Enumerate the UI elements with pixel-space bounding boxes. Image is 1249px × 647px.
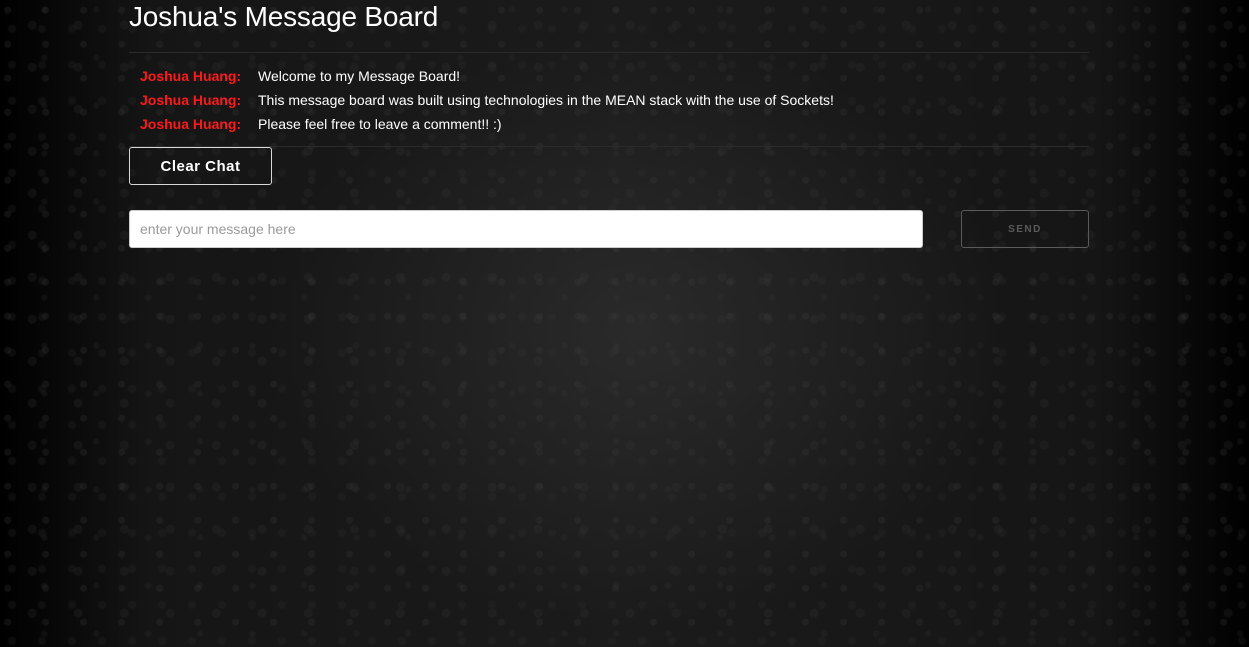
message-text: Please feel free to leave a comment!! :): [258, 116, 502, 132]
message-board-page: { "page": { "title": "Joshua's Message B…: [0, 0, 1249, 647]
message-text: Welcome to my Message Board!: [258, 68, 461, 84]
message-item: Joshua Huang: This message board was bui…: [129, 90, 1089, 114]
message-item: Joshua Huang: Welcome to my Message Boar…: [129, 66, 1089, 90]
top-divider: [129, 52, 1089, 53]
send-button[interactable]: SEND: [961, 210, 1089, 248]
bottom-divider: [129, 146, 1089, 147]
message-list: Joshua Huang: Welcome to my Message Boar…: [129, 66, 1089, 138]
message-item: Joshua Huang: Please feel free to leave …: [129, 114, 1089, 138]
message-author: Joshua Huang:: [140, 92, 242, 108]
message-input[interactable]: [129, 210, 923, 248]
message-author: Joshua Huang:: [140, 116, 242, 132]
clear-chat-button[interactable]: Clear Chat: [129, 147, 272, 185]
page-title: Joshua's Message Board: [129, 1, 439, 32]
message-author: Joshua Huang:: [140, 68, 242, 84]
message-text: This message board was built using techn…: [258, 92, 834, 108]
